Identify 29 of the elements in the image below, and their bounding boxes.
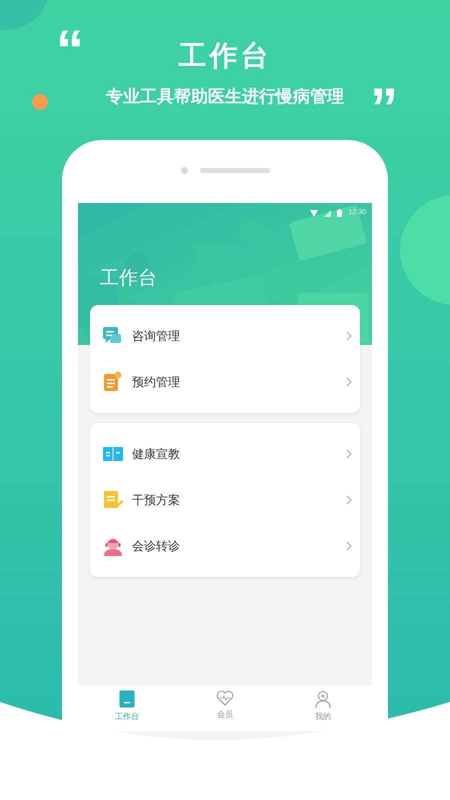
heart-pulse-icon [216, 690, 234, 706]
chevron-right-icon [346, 377, 352, 387]
speaker-grille [200, 168, 270, 172]
menu-item[interactable]: 健康宣教 [90, 431, 360, 477]
menu-item[interactable]: 预约管理 [90, 359, 360, 405]
chevron-right-icon [346, 449, 352, 459]
person-plus-icon [314, 690, 332, 708]
menu-item[interactable]: 咨询管理 [90, 313, 360, 359]
quote-mark: “ [56, 22, 84, 78]
panel-icon [119, 690, 135, 708]
menu-item[interactable]: 会诊转诊 [90, 523, 360, 569]
banner-subtitle: 专业工具帮助医生进行慢病管理 [106, 86, 344, 108]
banner-title: 工作台 [178, 39, 272, 73]
chevron-right-icon [346, 331, 352, 341]
quote-mark: ” [370, 80, 398, 136]
menu-item[interactable]: 干预方案 [90, 477, 360, 523]
menu-label: 预约管理 [132, 374, 181, 391]
note-pen-icon [102, 489, 124, 511]
wifi-icon [310, 210, 318, 216]
menu-label: 健康宣教 [132, 446, 181, 463]
page-title: 工作台 [100, 267, 158, 291]
chevron-right-icon [346, 495, 352, 505]
menu-label: 干预方案 [132, 492, 181, 509]
clipboard-clock-icon [102, 371, 124, 393]
battery-icon [337, 209, 342, 217]
chevron-right-icon [346, 541, 352, 551]
signal-icon [324, 210, 332, 216]
menu-label: 咨询管理 [132, 328, 181, 345]
menu-label: 会诊转诊 [132, 538, 181, 555]
